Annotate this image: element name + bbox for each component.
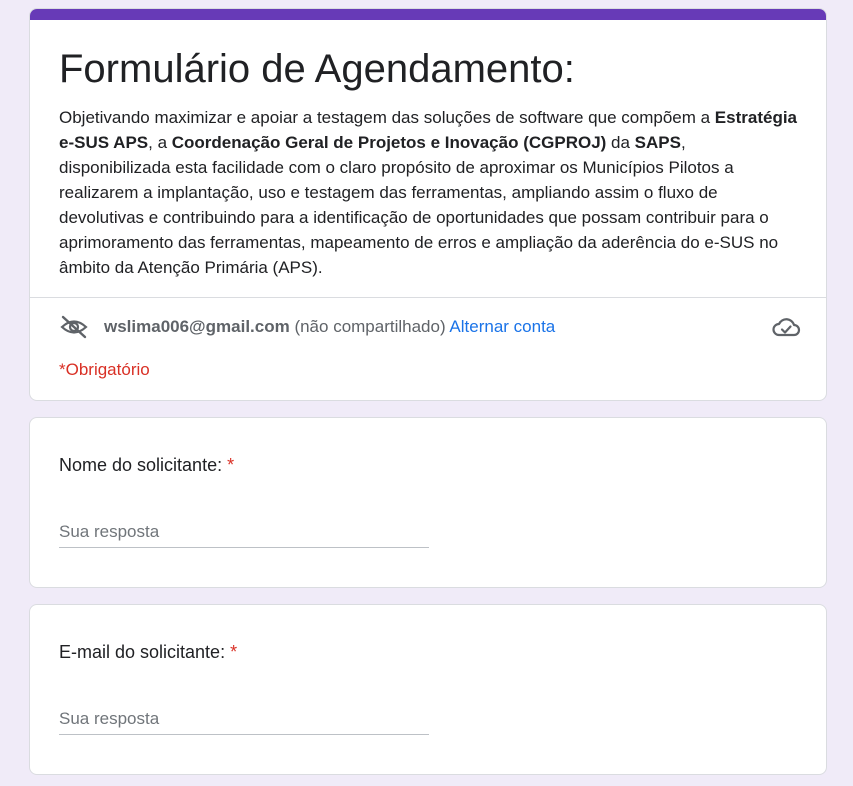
switch-account-link[interactable]: Alternar conta <box>449 317 555 336</box>
account-text: wslima006@gmail.com (não compartilhado) … <box>104 314 555 340</box>
form-title: Formulário de Agendamento: <box>59 47 575 91</box>
eye-off-icon <box>59 314 89 340</box>
description-text: , a <box>148 133 172 152</box>
account-row: wslima006@gmail.com (não compartilhado) … <box>59 314 801 340</box>
account-email: wslima006@gmail.com <box>104 317 290 336</box>
description-text: , disponibilizada esta facilidade com o … <box>59 133 779 277</box>
description-text: da <box>606 133 635 152</box>
nome-input[interactable] <box>59 516 429 548</box>
divider <box>30 297 826 298</box>
description-bold-cgproj: Coordenação Geral de Projetos e Inovação… <box>171 133 607 152</box>
required-asterisk: * <box>230 642 238 662</box>
question-label-text: E-mail do solicitante: <box>59 642 231 662</box>
question-card-email: E-mail do solicitante: * <box>29 604 827 775</box>
cloud-check-icon <box>771 314 801 340</box>
email-input[interactable] <box>59 703 429 735</box>
form-description: Objetivando maximizar e apoiar a testage… <box>59 105 799 280</box>
question-label-nome: Nome do solicitante: * <box>59 453 234 477</box>
question-label-text: Nome do solicitante: <box>59 455 228 475</box>
description-text: Objetivando maximizar e apoiar a testage… <box>59 108 715 127</box>
description-bold-saps: SAPS <box>634 133 681 152</box>
accent-bar <box>30 9 826 20</box>
question-card-nome: Nome do solicitante: * <box>29 417 827 588</box>
required-asterisk: * <box>227 455 235 475</box>
form-header-card: Formulário de Agendamento: Objetivando m… <box>29 8 827 401</box>
share-status: (não compartilhado) <box>289 317 450 336</box>
question-label-email: E-mail do solicitante: * <box>59 640 237 664</box>
required-note: *Obrigatório <box>59 360 150 379</box>
